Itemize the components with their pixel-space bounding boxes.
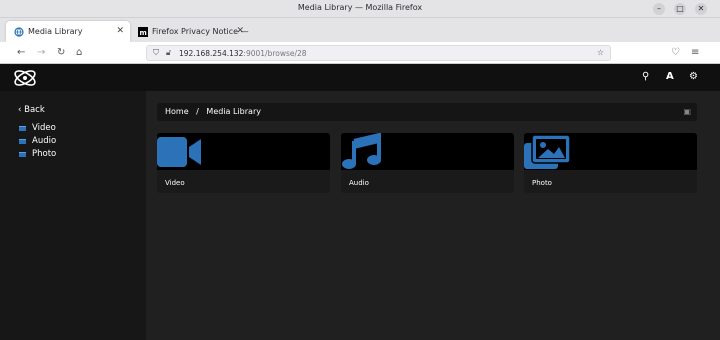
close-tab-icon[interactable]: ✕ <box>116 26 124 36</box>
music-note-icon <box>342 133 381 169</box>
pocket-icon[interactable]: ♡ <box>671 47 680 59</box>
url-text[interactable]: 192.168.254.132:9001/browse/28 <box>179 49 307 58</box>
folder-icon <box>19 138 26 144</box>
app-logo-icon[interactable] <box>10 66 40 90</box>
folder-icon <box>19 151 26 157</box>
address-bar[interactable]: ⛉ 🔓︎ 192.168.254.132:9001/browse/28 ☆ <box>146 45 611 61</box>
minimize-button[interactable]: – <box>653 3 665 15</box>
folder-action-icon[interactable]: ▣ <box>683 107 691 116</box>
forward-arrow-icon[interactable]: → <box>37 47 45 59</box>
back-arrow-icon[interactable]: ← <box>17 47 25 59</box>
breadcrumb-home[interactable]: Home <box>165 107 189 116</box>
font-icon[interactable]: A <box>666 71 674 82</box>
tab-media-library[interactable]: Media Library ✕ <box>6 21 130 42</box>
app-header: ⚲ A ⚙ <box>0 64 720 91</box>
mozilla-icon: m <box>138 26 148 37</box>
home-icon[interactable]: ⌂ <box>76 47 82 59</box>
reload-icon[interactable]: ↻ <box>57 47 65 59</box>
breadcrumb-current: Media Library <box>206 107 261 116</box>
window-titlebar: Media Library — Mozilla Firefox – □ ✕ <box>0 0 720 18</box>
photos-icon <box>524 134 571 169</box>
navigation-bar: ← → ↻ ⌂ ⛉ 🔓︎ 192.168.254.132:9001/browse… <box>0 42 720 64</box>
card-thumbnail <box>341 133 514 170</box>
tab-firefox-privacy[interactable]: m Firefox Privacy Notice — ✕ <box>130 21 250 42</box>
media-card-photo[interactable]: Photo <box>524 133 697 193</box>
shield-icon[interactable]: ⛉ <box>153 48 159 58</box>
insecure-lock-icon[interactable]: 🔓︎ <box>166 48 171 58</box>
main-content: Home / Media Library ▣ Video Audio Photo <box>146 91 720 340</box>
card-label: Photo <box>532 179 552 187</box>
breadcrumb: Home / Media Library ▣ <box>157 103 697 121</box>
media-card-video[interactable]: Video <box>157 133 330 193</box>
card-thumbnail <box>524 133 697 170</box>
globe-icon <box>14 26 24 37</box>
card-thumbnail <box>157 133 330 170</box>
sidebar-item-audio[interactable]: Audio <box>19 136 56 146</box>
window-title: Media Library — Mozilla Firefox <box>297 3 423 12</box>
close-window-button[interactable]: ✕ <box>695 3 707 15</box>
media-card-audio[interactable]: Audio <box>341 133 514 193</box>
card-label: Audio <box>349 179 369 187</box>
chevron-left-icon: ‹ <box>18 105 22 115</box>
card-label: Video <box>165 179 185 187</box>
svg-text:m: m <box>140 29 147 37</box>
bookmark-star-icon[interactable]: ☆ <box>597 48 604 57</box>
folder-icon <box>19 125 26 131</box>
sidebar-item-video[interactable]: Video <box>19 123 56 133</box>
menu-icon[interactable]: ≡ <box>691 47 699 59</box>
maximize-button[interactable]: □ <box>674 3 686 15</box>
back-link[interactable]: ‹ Back <box>18 105 45 115</box>
close-tab-icon[interactable]: ✕ <box>236 26 244 36</box>
search-icon[interactable]: ⚲ <box>642 71 649 82</box>
sidebar: ‹ Back Video Audio Photo <box>0 91 146 340</box>
sidebar-item-photo[interactable]: Photo <box>19 149 56 159</box>
video-camera-icon <box>157 137 201 167</box>
tab-bar: Media Library ✕ m Firefox Privacy Notice… <box>0 18 720 54</box>
gear-icon[interactable]: ⚙ <box>689 71 698 82</box>
tab-label: Media Library <box>28 27 83 36</box>
breadcrumb-separator: / <box>196 107 199 116</box>
tab-label: Firefox Privacy Notice — <box>152 27 249 36</box>
